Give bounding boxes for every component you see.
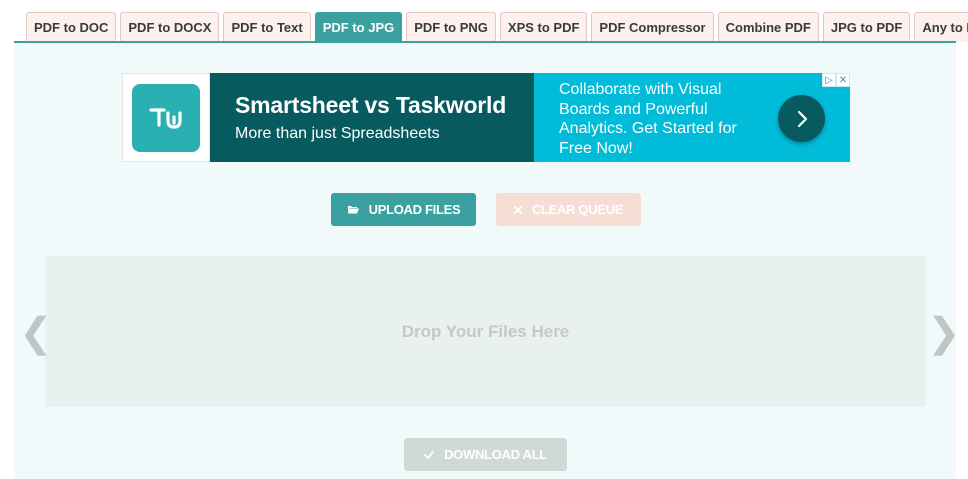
chevron-right-icon[interactable]: ❯ [927, 313, 961, 353]
close-icon [513, 202, 522, 217]
ad-subtitle: More than just Spreadsheets [235, 125, 440, 142]
advertisement-banner[interactable]: Smartsheet vs Taskworld More than just S… [122, 73, 850, 162]
tab-pdf-to-png[interactable]: PDF to PNG [406, 12, 496, 42]
upload-files-button[interactable]: UPLOAD FILES [331, 193, 476, 226]
tab-bar: PDF to DOC PDF to DOCX PDF to Text PDF t… [26, 12, 968, 42]
close-icon[interactable]: ✕ [836, 73, 850, 87]
download-all-label: DOWNLOAD ALL [444, 447, 547, 462]
tab-pdf-to-docx[interactable]: PDF to DOCX [120, 12, 220, 42]
clear-queue-button[interactable]: CLEAR QUEUE [496, 193, 641, 226]
tab-combine-pdf[interactable]: Combine PDF [717, 12, 819, 42]
tab-pdf-to-jpg[interactable]: PDF to JPG [314, 12, 403, 42]
tab-pdf-to-text[interactable]: PDF to Text [223, 12, 311, 42]
checkmark-icon [424, 447, 434, 462]
ad-headline-block: Smartsheet vs Taskworld More than just S… [210, 73, 534, 162]
taskworld-logo-icon [132, 83, 200, 152]
chevron-left-icon[interactable]: ❮ [19, 313, 53, 353]
tab-jpg-to-pdf[interactable]: JPG to PDF [822, 12, 911, 42]
tab-pdf-compressor[interactable]: PDF Compressor [591, 12, 714, 42]
clear-queue-label: CLEAR QUEUE [531, 202, 624, 217]
upload-files-label: UPLOAD FILES [368, 202, 461, 217]
chevron-right-icon[interactable] [778, 95, 825, 142]
tab-any-to-pdf[interactable]: Any to PDF [914, 12, 968, 42]
adchoices-icon[interactable]: ▷ [822, 73, 836, 87]
ad-title: Smartsheet vs Taskworld [235, 92, 507, 118]
drop-zone-text: Drop Your Files Here [401, 321, 570, 341]
download-all-button[interactable]: DOWNLOAD ALL [404, 438, 567, 471]
ad-description: Collaborate with Visual Boards and Power… [559, 81, 737, 157]
tab-pdf-to-doc[interactable]: PDF to DOC [26, 12, 117, 42]
ad-badge: ▷ ✕ [822, 73, 850, 87]
file-drop-zone[interactable]: Drop Your Files Here [45, 256, 926, 407]
ad-description-block: Collaborate with Visual Boards and Power… [534, 73, 850, 162]
folder-open-icon [347, 202, 359, 217]
converter-tabs: PDF to DOC PDF to DOCX PDF to Text PDF t… [0, 0, 968, 43]
ad-logo-frame [122, 73, 210, 162]
tab-xps-to-pdf[interactable]: XPS to PDF [499, 12, 588, 42]
